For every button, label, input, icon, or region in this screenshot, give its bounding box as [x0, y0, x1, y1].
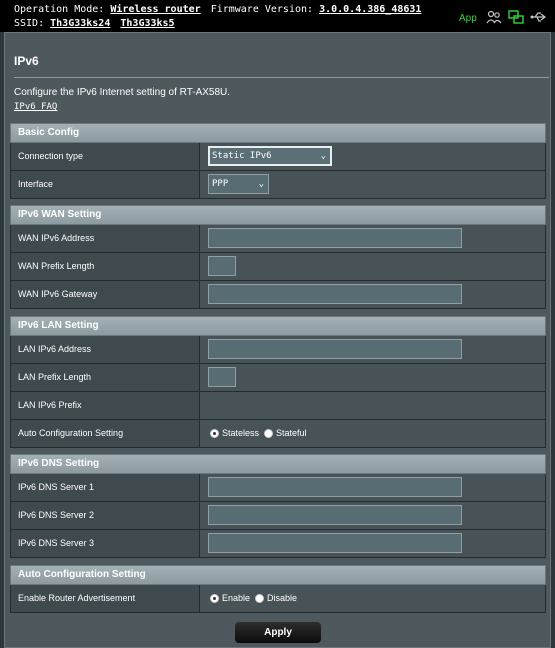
stateful-label: Stateful	[276, 428, 307, 438]
stateless-radio[interactable]	[210, 428, 219, 438]
lan-address-row: LAN IPv6 Address	[10, 336, 546, 364]
ssid-5-link[interactable]: Th3G33ks5	[120, 18, 174, 29]
auto-config-label: Auto Configuration Setting	[11, 420, 200, 447]
interface-row: Interface PPP ⌄	[10, 171, 546, 199]
enable-label: Enable	[222, 593, 251, 603]
section-header: Basic Config	[10, 123, 546, 143]
chevron-down-icon: ⌄	[258, 179, 264, 189]
stateless-label: Stateless	[222, 428, 260, 438]
ipv6-settings-panel: IPv6 Configure the IPv6 Internet setting…	[4, 32, 551, 648]
title-divider	[14, 77, 549, 78]
disable-radio[interactable]	[255, 593, 265, 603]
lan-setting-section: IPv6 LAN Setting LAN IPv6 Address LAN Pr…	[10, 316, 546, 448]
wan-gateway-row: WAN IPv6 Gateway	[10, 281, 546, 309]
lan-address-input[interactable]	[208, 339, 462, 359]
router-adv-label: Enable Router Advertisement	[11, 585, 200, 612]
wan-gateway-label: WAN IPv6 Gateway	[11, 281, 200, 308]
interface-value: PPP	[212, 179, 229, 189]
dns-server-3-input[interactable]	[208, 533, 462, 553]
wan-prefix-length-label: WAN Prefix Length	[11, 253, 200, 280]
dns-server-2-label: IPv6 DNS Server 2	[11, 502, 200, 529]
wan-address-row: WAN IPv6 Address	[10, 225, 546, 253]
chevron-down-icon: ⌄	[320, 151, 326, 161]
wan-setting-section: IPv6 WAN Setting WAN IPv6 Address WAN Pr…	[10, 205, 546, 309]
connection-type-row: Connection type Static IPv6 ⌄	[10, 143, 546, 171]
page-title: IPv6	[14, 54, 39, 68]
connection-type-label: Connection type	[11, 143, 200, 170]
top-status-bar: Operation Mode: Wireless router Firmware…	[0, 0, 555, 32]
connection-type-select[interactable]: Static IPv6 ⌄	[208, 146, 332, 166]
wan-gateway-input[interactable]	[208, 284, 462, 304]
lan-prefix-value	[200, 392, 545, 419]
router-adv-radio-group: Enable Disable	[210, 593, 302, 603]
dns-server-1-row: IPv6 DNS Server 1	[10, 474, 546, 502]
wan-prefix-length-row: WAN Prefix Length	[10, 253, 546, 281]
ipv6-faq-link[interactable]: IPv6 FAQ	[14, 102, 57, 112]
wan-address-label: WAN IPv6 Address	[11, 225, 200, 252]
auto-config-radio-group: Stateless Stateful	[210, 428, 312, 438]
apply-button[interactable]: Apply	[234, 621, 322, 644]
basic-config-section: Basic Config Connection type Static IPv6…	[10, 123, 546, 199]
section-header: Auto Configuration Setting	[10, 565, 546, 585]
operation-mode-line: Operation Mode: Wireless router Firmware…	[14, 4, 421, 15]
stateful-radio[interactable]	[264, 428, 274, 438]
interface-label: Interface	[11, 171, 200, 198]
firmware-label: Firmware Version:	[210, 4, 314, 15]
dns-server-1-label: IPv6 DNS Server 1	[11, 474, 200, 501]
dns-server-2-input[interactable]	[208, 505, 462, 525]
wan-prefix-length-input[interactable]	[208, 256, 236, 276]
dns-server-1-input[interactable]	[208, 477, 462, 497]
operation-mode-label: Operation Mode:	[14, 4, 105, 15]
operation-mode-link[interactable]: Wireless router	[110, 4, 200, 15]
app-link[interactable]: App	[459, 13, 477, 24]
users-icon[interactable]	[486, 10, 502, 24]
dns-server-2-row: IPv6 DNS Server 2	[10, 502, 546, 530]
page-description: Configure the IPv6 Internet setting of R…	[14, 87, 231, 98]
dns-server-3-label: IPv6 DNS Server 3	[11, 530, 200, 557]
ssid-24-link[interactable]: Th3G33ks24	[50, 18, 110, 29]
usb-icon[interactable]	[530, 10, 546, 24]
section-header: IPv6 WAN Setting	[10, 205, 546, 225]
lan-prefix-length-input[interactable]	[208, 367, 236, 387]
wan-address-input[interactable]	[208, 228, 462, 248]
lan-prefix-row: LAN IPv6 Prefix	[10, 392, 546, 420]
lan-prefix-label: LAN IPv6 Prefix	[11, 392, 200, 419]
lan-prefix-length-label: LAN Prefix Length	[11, 364, 200, 391]
firmware-version-link[interactable]: 3.0.0.4.386_48631	[319, 4, 421, 15]
lan-address-label: LAN IPv6 Address	[11, 336, 200, 363]
router-adv-row: Enable Router Advertisement Enable Disab…	[10, 585, 546, 613]
ssid-label: SSID:	[14, 18, 45, 29]
auto-config-section: Auto Configuration Setting Enable Router…	[10, 565, 546, 613]
dns-setting-section: IPv6 DNS Setting IPv6 DNS Server 1 IPv6 …	[10, 454, 546, 558]
enable-radio[interactable]	[210, 593, 219, 603]
network-status-icon[interactable]	[508, 10, 524, 24]
section-header: IPv6 DNS Setting	[10, 454, 546, 474]
lan-prefix-length-row: LAN Prefix Length	[10, 364, 546, 392]
auto-config-row: Auto Configuration Setting Stateless Sta…	[10, 420, 546, 448]
ssid-line: SSID: Th3G33ks24 Th3G33ks5	[14, 18, 175, 29]
section-header: IPv6 LAN Setting	[10, 316, 546, 336]
disable-label: Disable	[267, 593, 298, 603]
dns-server-3-row: IPv6 DNS Server 3	[10, 530, 546, 558]
connection-type-value: Static IPv6	[212, 151, 272, 161]
interface-select[interactable]: PPP ⌄	[208, 174, 269, 194]
